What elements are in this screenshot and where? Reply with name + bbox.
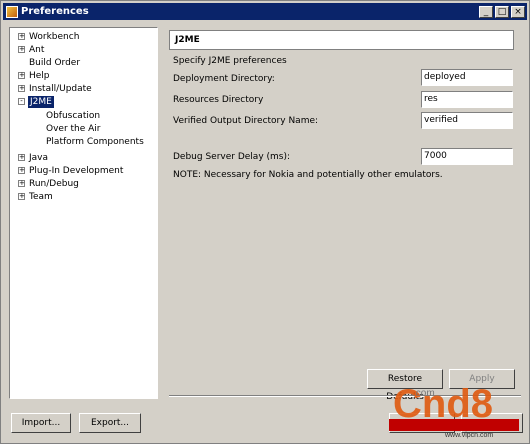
page-title: J2ME — [169, 30, 514, 50]
tree-item-label: Obfuscation — [46, 111, 101, 121]
debug-server-delay-field[interactable]: 7000 — [421, 148, 513, 165]
tree-item-label: Team — [29, 192, 53, 202]
debug-server-delay-label: Debug Server Delay (ms): — [173, 152, 291, 162]
watermark-url: www.vipcn.com — [444, 432, 493, 439]
minimize-icon[interactable]: _ — [479, 5, 493, 18]
watermark-domain: .com — [413, 388, 435, 399]
tree-item-label: Run/Debug — [29, 179, 79, 189]
resources-directory-label: Resources Directory — [173, 95, 264, 105]
expand-icon[interactable]: + — [18, 85, 25, 92]
tree-item-label: Platform Components — [46, 137, 144, 147]
tree-item-label: Install/Update — [29, 84, 92, 94]
tree-item-label: Build Order — [29, 58, 81, 68]
note-text: NOTE: Necessary for Nokia and potentiall… — [173, 170, 443, 180]
tree-item-label: Ant — [29, 45, 45, 55]
expand-icon[interactable]: + — [18, 154, 25, 161]
export-button[interactable]: Export... — [79, 413, 141, 433]
tree-item-label: Over the Air — [46, 124, 101, 134]
page-description: Specify J2ME preferences — [173, 56, 287, 66]
verified-output-field[interactable]: verified — [421, 112, 513, 129]
expand-icon[interactable]: + — [18, 46, 25, 53]
expand-icon[interactable]: + — [18, 72, 25, 79]
tree-item-label: Plug-In Development — [29, 166, 124, 176]
cnd8-watermark: Cnd8 .com www.vipcn.com — [385, 379, 525, 439]
preference-page: J2ME Specify J2ME preferences Deployment… — [169, 27, 521, 402]
eclipse-app-icon — [6, 5, 18, 18]
title-bar[interactable]: Preferences _ □ × — [3, 3, 527, 20]
import-button[interactable]: Import... — [11, 413, 71, 433]
collapse-icon[interactable]: - — [18, 98, 25, 105]
tree-item-label: Workbench — [29, 32, 80, 42]
window-title: Preferences — [21, 6, 89, 17]
preferences-window: Preferences _ □ × + Workbench + Ant Buil… — [0, 0, 530, 444]
resources-directory-field[interactable]: res — [421, 91, 513, 108]
tree-item-label: Java — [29, 153, 49, 163]
maximize-icon[interactable]: □ — [495, 5, 509, 18]
tree-item-label: Help — [29, 71, 50, 81]
expand-icon[interactable]: + — [18, 33, 25, 40]
verified-output-label: Verified Output Directory Name: — [173, 116, 319, 126]
deployment-directory-label: Deployment Directory: — [173, 74, 275, 84]
tree-item-label: J2ME — [28, 96, 54, 108]
expand-icon[interactable]: + — [18, 180, 25, 187]
preference-tree[interactable]: + Workbench + Ant Build Order + Help + I… — [9, 27, 158, 399]
expand-icon[interactable]: + — [18, 167, 25, 174]
expand-icon[interactable]: + — [18, 193, 25, 200]
close-icon[interactable]: × — [511, 5, 525, 18]
deployment-directory-field[interactable]: deployed — [421, 69, 513, 86]
